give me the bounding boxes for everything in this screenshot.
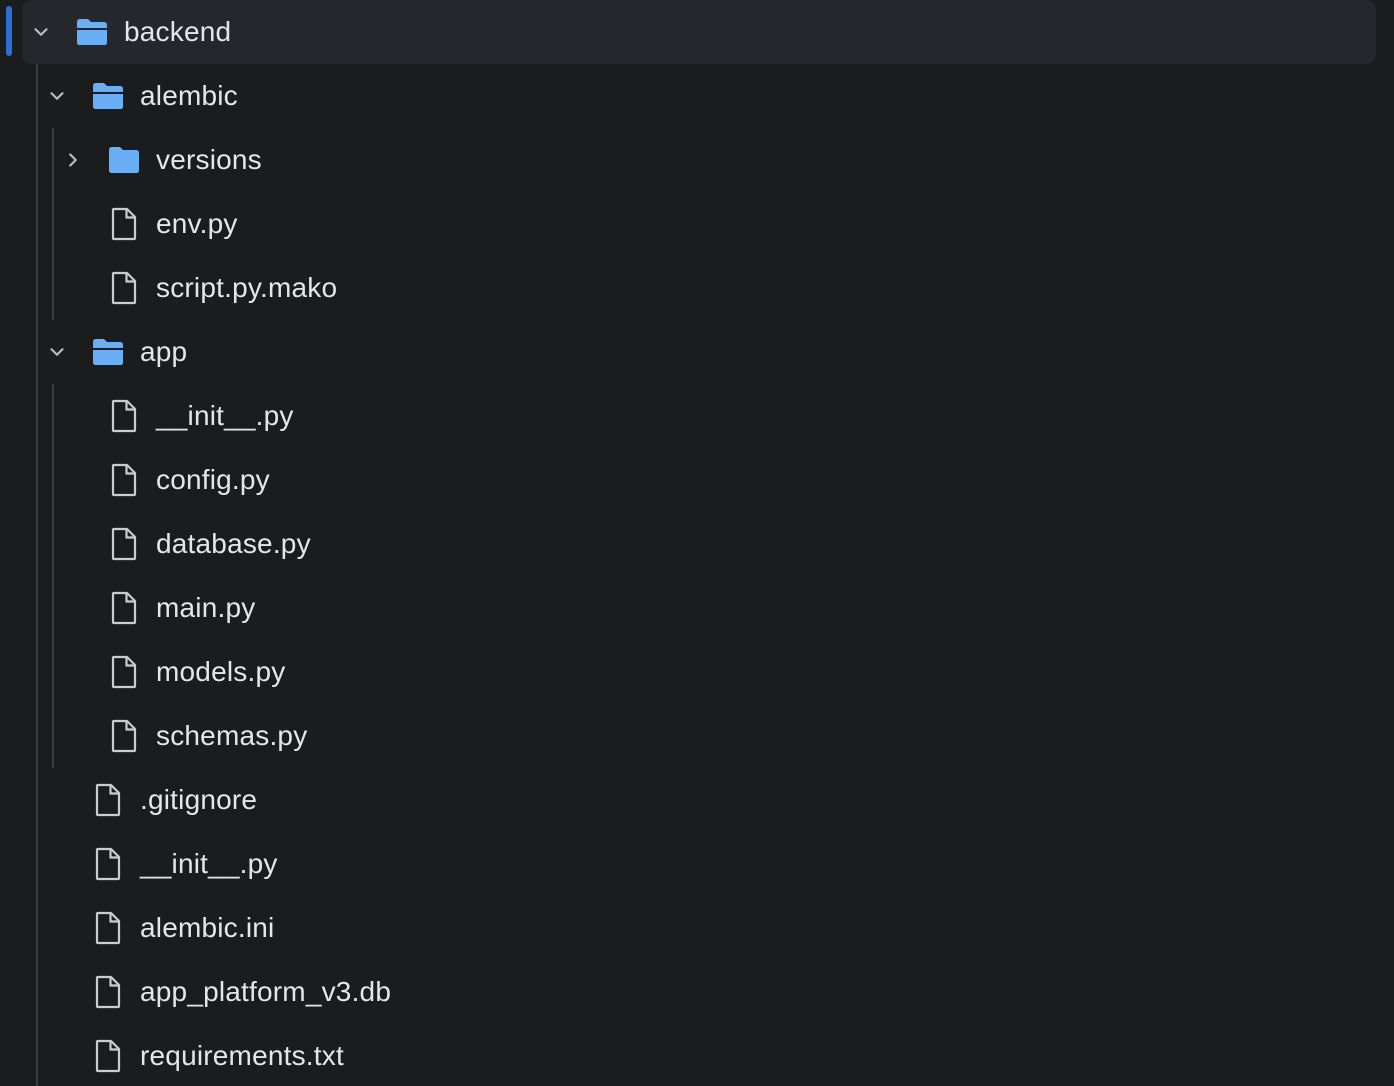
tree-folder-backend[interactable]: backend [22, 0, 1376, 64]
file-icon [106, 526, 142, 562]
tree-file-script-py-mako[interactable]: script.py.mako [22, 256, 1376, 320]
tree-file-app-platform-v3-db[interactable]: app_platform_v3.db [22, 960, 1376, 1024]
tree-file-requirements-txt[interactable]: requirements.txt [22, 1024, 1376, 1086]
tree-item-label: models.py [156, 656, 286, 687]
tree-item-label: .gitignore [140, 784, 258, 815]
chevron-down-icon[interactable] [44, 83, 70, 109]
folder-open-icon [90, 78, 126, 114]
tree-item-label: main.py [156, 592, 256, 623]
tree-item-label: app [140, 336, 188, 367]
tree-item-label: database.py [156, 528, 311, 559]
tree-item-label: env.py [156, 208, 238, 239]
tree-folder-app[interactable]: app [22, 320, 1376, 384]
file-icon [90, 1038, 126, 1074]
file-tree: backend alembic versions env.py script.py.ma… [0, 0, 1394, 1086]
tree-file-alembic-ini[interactable]: alembic.ini [22, 896, 1376, 960]
tree-file-init-py[interactable]: __init__.py [22, 832, 1376, 896]
file-icon [90, 782, 126, 818]
chevron-down-icon[interactable] [28, 19, 54, 45]
folder-open-icon [74, 14, 110, 50]
tree-item-label: __init__.py [140, 848, 278, 879]
file-icon [106, 206, 142, 242]
tree-file-models-py[interactable]: models.py [22, 640, 1376, 704]
file-icon [90, 910, 126, 946]
tree-item-label: config.py [156, 464, 270, 495]
tree-file-init-py[interactable]: __init__.py [22, 384, 1376, 448]
file-icon [106, 718, 142, 754]
chevron-down-icon[interactable] [44, 339, 70, 365]
tree-item-label: alembic.ini [140, 912, 275, 943]
tree-file-schemas-py[interactable]: schemas.py [22, 704, 1376, 768]
tree-file-database-py[interactable]: database.py [22, 512, 1376, 576]
tree-item-label: requirements.txt [140, 1040, 344, 1071]
tree-folder-alembic[interactable]: alembic [22, 64, 1376, 128]
tree-item-label: versions [156, 144, 262, 175]
tree-folder-versions[interactable]: versions [22, 128, 1376, 192]
tree-item-label: alembic [140, 80, 238, 111]
file-icon [106, 654, 142, 690]
file-icon [90, 974, 126, 1010]
tree-item-label: __init__.py [156, 400, 294, 431]
chevron-right-icon[interactable] [60, 147, 86, 173]
file-icon [106, 398, 142, 434]
folder-open-icon [90, 334, 126, 370]
tree-file-config-py[interactable]: config.py [22, 448, 1376, 512]
folder-icon [106, 142, 142, 178]
active-indicator [6, 6, 12, 56]
file-icon [90, 846, 126, 882]
file-icon [106, 462, 142, 498]
file-icon [106, 270, 142, 306]
tree-item-label: schemas.py [156, 720, 308, 751]
tree-file-main-py[interactable]: main.py [22, 576, 1376, 640]
tree-item-label: backend [124, 16, 232, 47]
file-icon [106, 590, 142, 626]
tree-file-env-py[interactable]: env.py [22, 192, 1376, 256]
tree-file-gitignore[interactable]: .gitignore [22, 768, 1376, 832]
tree-item-label: script.py.mako [156, 272, 338, 303]
tree-item-label: app_platform_v3.db [140, 976, 392, 1007]
